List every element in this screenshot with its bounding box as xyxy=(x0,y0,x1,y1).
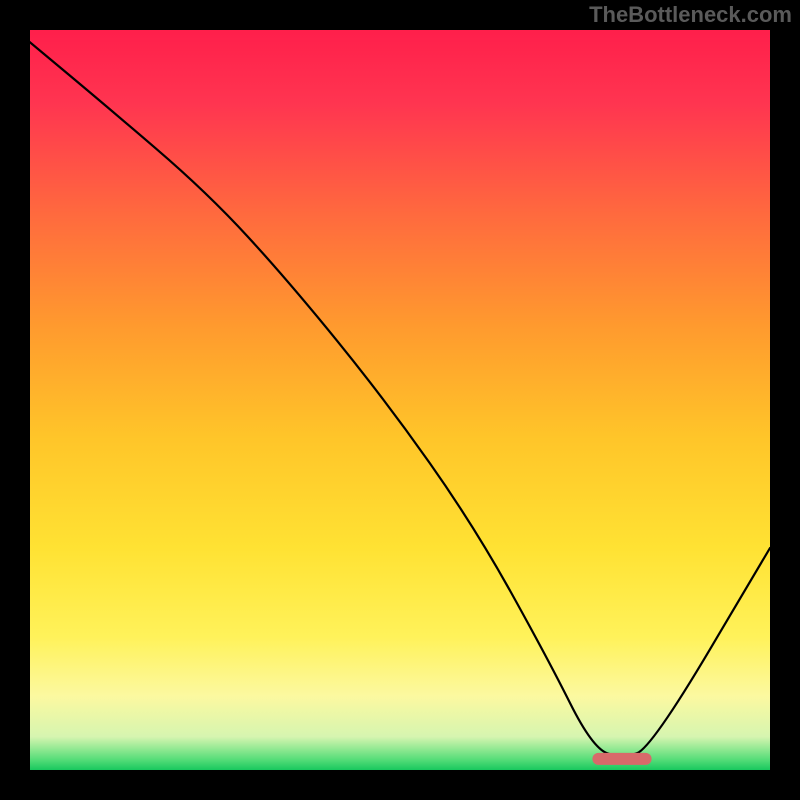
plot-area xyxy=(30,30,770,770)
gradient-background xyxy=(30,30,770,770)
chart-root: TheBottleneck.com xyxy=(0,0,800,800)
plot-svg xyxy=(30,30,770,770)
watermark-text: TheBottleneck.com xyxy=(589,2,792,28)
optimal-range-marker xyxy=(592,753,651,765)
